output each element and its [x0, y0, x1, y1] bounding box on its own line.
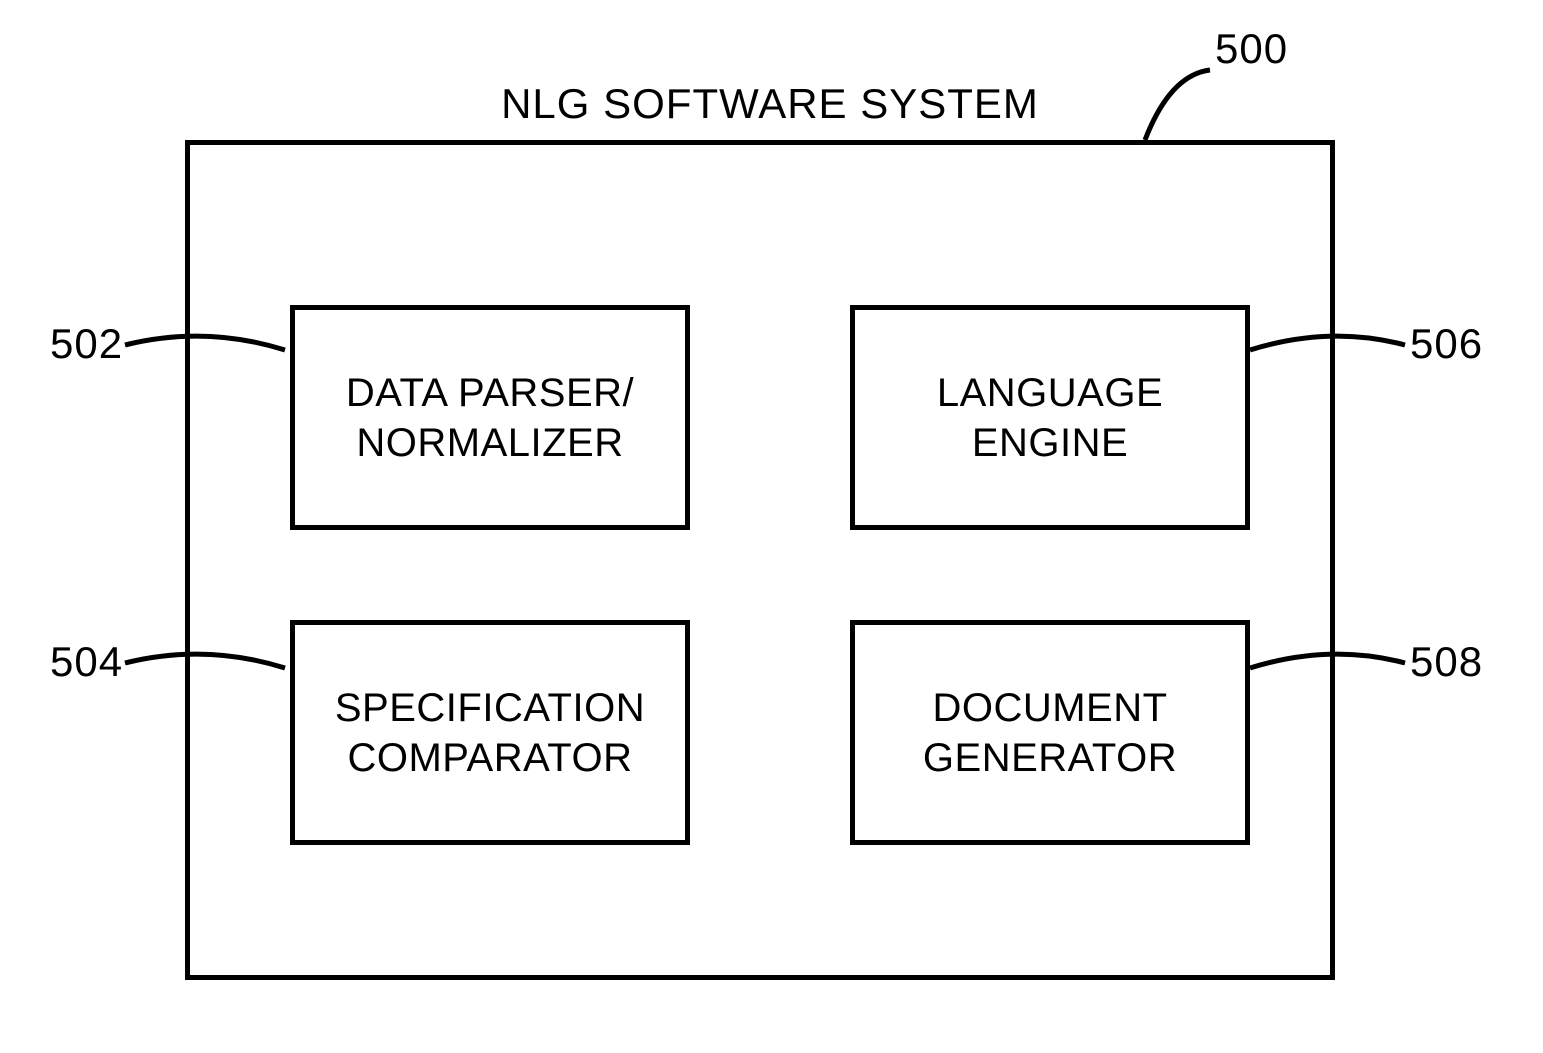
box-line-1: SPECIFICATION [335, 683, 645, 733]
data-parser-normalizer-box: DATA PARSER/ NORMALIZER [290, 305, 690, 530]
label-504: 504 [50, 638, 123, 686]
label-500: 500 [1215, 25, 1288, 73]
label-502: 502 [50, 320, 123, 368]
nlg-software-system-diagram: NLG SOFTWARE SYSTEM DATA PARSER/ NORMALI… [185, 80, 1355, 1000]
box-line-2: GENERATOR [923, 733, 1177, 783]
box-line-1: LANGUAGE [937, 368, 1163, 418]
specification-comparator-box: SPECIFICATION COMPARATOR [290, 620, 690, 845]
language-engine-box: LANGUAGE ENGINE [850, 305, 1250, 530]
box-line-1: DOCUMENT [932, 683, 1167, 733]
label-508: 508 [1410, 638, 1483, 686]
box-line-2: ENGINE [972, 418, 1128, 468]
box-line-2: NORMALIZER [356, 418, 623, 468]
box-line-1: DATA PARSER/ [346, 368, 634, 418]
outer-container-box: DATA PARSER/ NORMALIZER LANGUAGE ENGINE … [185, 140, 1335, 980]
label-506: 506 [1410, 320, 1483, 368]
document-generator-box: DOCUMENT GENERATOR [850, 620, 1250, 845]
box-line-2: COMPARATOR [347, 733, 632, 783]
diagram-title: NLG SOFTWARE SYSTEM [501, 80, 1039, 128]
